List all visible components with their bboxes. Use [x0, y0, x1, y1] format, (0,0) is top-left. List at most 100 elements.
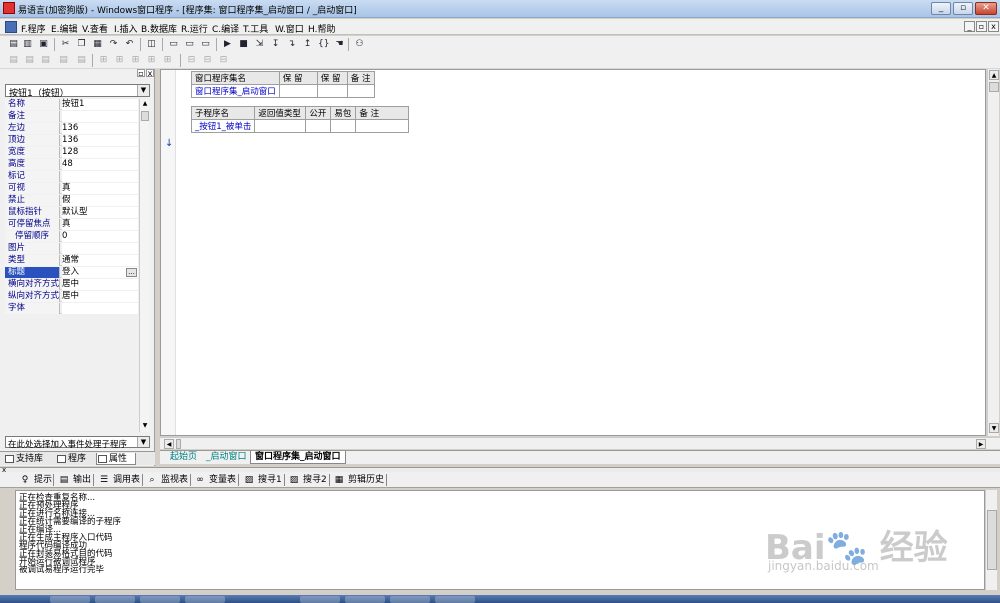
tab-support-library[interactable]: 支持库 [4, 453, 43, 465]
center-h-icon[interactable]: ⊟ [186, 55, 197, 66]
property-row[interactable]: 可停留焦点真 [5, 219, 138, 230]
scroll-thumb[interactable] [989, 82, 999, 92]
grid-icon[interactable]: ⊟ [218, 55, 229, 66]
same-height-icon[interactable]: ⊞ [114, 55, 125, 66]
copy-icon[interactable]: ❐ [76, 39, 87, 50]
menu-help[interactable]: H.帮助 [308, 22, 335, 35]
property-row[interactable]: 名称 按钮1 [5, 99, 138, 110]
step-out-icon[interactable]: ↥ [302, 39, 313, 50]
taskbar-item[interactable] [95, 596, 135, 603]
layout2-icon[interactable]: ▭ [184, 39, 195, 50]
menu-file[interactable]: F.程序 [21, 22, 46, 35]
event-selector[interactable]: 在此处选择加入事件处理子程序 ▼ [5, 436, 150, 450]
run-icon[interactable]: ▶ [222, 39, 233, 50]
menu-database[interactable]: B.数据库 [141, 22, 177, 35]
tab-variables[interactable]: ∞ 变量表 [195, 474, 236, 486]
component-selector[interactable]: 按钮1（按钮） ▼ [5, 84, 150, 99]
breakpoint-icon[interactable]: {} [318, 39, 329, 50]
mdi-minimize-button[interactable]: _ [964, 21, 975, 32]
same-size-icon[interactable]: ⊞ [130, 55, 141, 66]
property-row-selected[interactable]: 标题 登入... [5, 267, 138, 278]
scroll-up-icon[interactable]: ▲ [989, 70, 999, 80]
tab-properties[interactable]: 属性 [96, 453, 136, 465]
taskbar-item[interactable] [140, 596, 180, 603]
save-icon[interactable]: ▣ [38, 39, 49, 50]
menu-window[interactable]: W.窗口 [275, 22, 304, 35]
hand-icon[interactable]: ☚ [334, 39, 345, 50]
property-row[interactable]: 字体 [5, 303, 138, 314]
tab-clip-history[interactable]: ▦ 剪辑历史 [334, 474, 384, 486]
scroll-down-icon[interactable]: ▼ [140, 421, 150, 431]
taskbar-item[interactable] [435, 596, 475, 603]
tab-hint[interactable]: ♀ 提示 [20, 474, 52, 486]
property-row[interactable]: 图片 [5, 243, 138, 254]
property-row[interactable]: 纵向对齐方式 居中 [5, 291, 138, 302]
property-row[interactable]: 顶边 136 [5, 135, 138, 146]
maximize-button[interactable]: ▫ [953, 2, 973, 15]
scroll-thumb[interactable] [141, 111, 149, 121]
layout3-icon[interactable]: ▭ [200, 39, 211, 50]
property-row[interactable]: 禁止假 [5, 195, 138, 206]
undo-icon[interactable]: ↶ [124, 39, 135, 50]
chevron-down-icon[interactable]: ▼ [137, 437, 149, 447]
find-icon[interactable]: ◫ [146, 39, 157, 50]
align-left-icon[interactable]: ▤ [8, 55, 19, 66]
chevron-down-icon[interactable]: ▼ [137, 85, 149, 96]
mdi-restore-button[interactable]: ▫ [976, 21, 987, 32]
property-row[interactable]: 高度 48 [5, 159, 138, 170]
property-row[interactable]: 横向对齐方式 居中 [5, 279, 138, 290]
scroll-right-icon[interactable]: ▶ [976, 439, 986, 449]
property-row[interactable]: 可视真 [5, 183, 138, 194]
panel-pin-icon[interactable]: ▫ [137, 69, 145, 78]
align-top-icon[interactable]: ▤ [40, 55, 51, 66]
space-v-icon[interactable]: ⊞ [162, 55, 173, 66]
scroll-left-icon[interactable]: ◀ [164, 439, 174, 449]
taskbar-item[interactable] [300, 596, 340, 603]
redo-icon[interactable]: ↷ [108, 39, 119, 50]
scroll-up-icon[interactable]: ▲ [140, 99, 150, 109]
open-file-icon[interactable]: ▥ [22, 39, 33, 50]
tab-call-stack[interactable]: ☰ 调用表 [99, 474, 140, 486]
taskbar-item[interactable] [50, 596, 90, 603]
step-icon[interactable]: ⇲ [254, 39, 265, 50]
taskbar-item[interactable] [345, 596, 385, 603]
tab-window-assembly[interactable]: 窗口程序集_启动窗口 [250, 451, 346, 464]
panel-close-icon[interactable]: x [146, 69, 154, 78]
taskbar-item[interactable] [185, 596, 225, 603]
editor-vertical-scrollbar[interactable]: ▲ ▼ [987, 69, 999, 436]
property-row[interactable]: 标记 [5, 171, 138, 182]
scroll-down-icon[interactable]: ▼ [989, 423, 999, 433]
tab-search2[interactable]: ▨ 搜寻2 [289, 474, 327, 486]
binoculars-icon[interactable]: ⚇ [354, 39, 365, 50]
property-scrollbar[interactable]: ▲ ▼ [139, 99, 149, 432]
mdi-close-button[interactable]: x [988, 21, 999, 32]
menu-compile[interactable]: C.编译 [212, 22, 239, 35]
center-v-icon[interactable]: ⊟ [202, 55, 213, 66]
property-row[interactable]: 左边 136 [5, 123, 138, 134]
subroutine-name-cell[interactable]: _按钮1_被单击 [190, 119, 256, 133]
menu-view[interactable]: V.查看 [82, 22, 108, 35]
tab-watch[interactable]: ⌕ 监视表 [147, 474, 188, 486]
scroll-thumb[interactable] [987, 510, 997, 570]
property-row[interactable]: 停留顺序 0 [5, 231, 138, 242]
taskbar-item[interactable] [390, 596, 430, 603]
stop-icon[interactable]: ■ [238, 39, 249, 50]
tab-search1[interactable]: ▨ 搜寻1 [244, 474, 282, 486]
tab-output[interactable]: ▤ 输出 [59, 474, 91, 486]
menu-run[interactable]: R.运行 [181, 22, 208, 35]
space-h-icon[interactable]: ⊞ [146, 55, 157, 66]
property-row[interactable]: 类型 通常 [5, 255, 138, 266]
scroll-thumb[interactable] [176, 439, 181, 449]
align-right-icon[interactable]: ▤ [24, 55, 35, 66]
property-row[interactable]: 备注 [5, 111, 138, 122]
editor-horizontal-scrollbar[interactable]: ◀ ▶ [160, 437, 1000, 449]
ellipsis-button[interactable]: ... [126, 268, 137, 277]
output-scrollbar[interactable] [985, 490, 997, 590]
align-bottom-icon[interactable]: ▤ [58, 55, 69, 66]
property-row[interactable]: 鼠标指针 默认型 [5, 207, 138, 218]
menu-tools[interactable]: T.工具 [243, 22, 268, 35]
menu-insert[interactable]: I.插入 [114, 22, 138, 35]
code-editor[interactable]: ↓ 窗口程序集名 保 留 保 留 备 注 窗口程序集_启动窗口 子程序名 返回值… [160, 69, 986, 436]
assembly-name-cell[interactable]: 窗口程序集_启动窗口 [191, 84, 280, 98]
tab-startup-window[interactable]: _启动窗口 [202, 451, 251, 464]
